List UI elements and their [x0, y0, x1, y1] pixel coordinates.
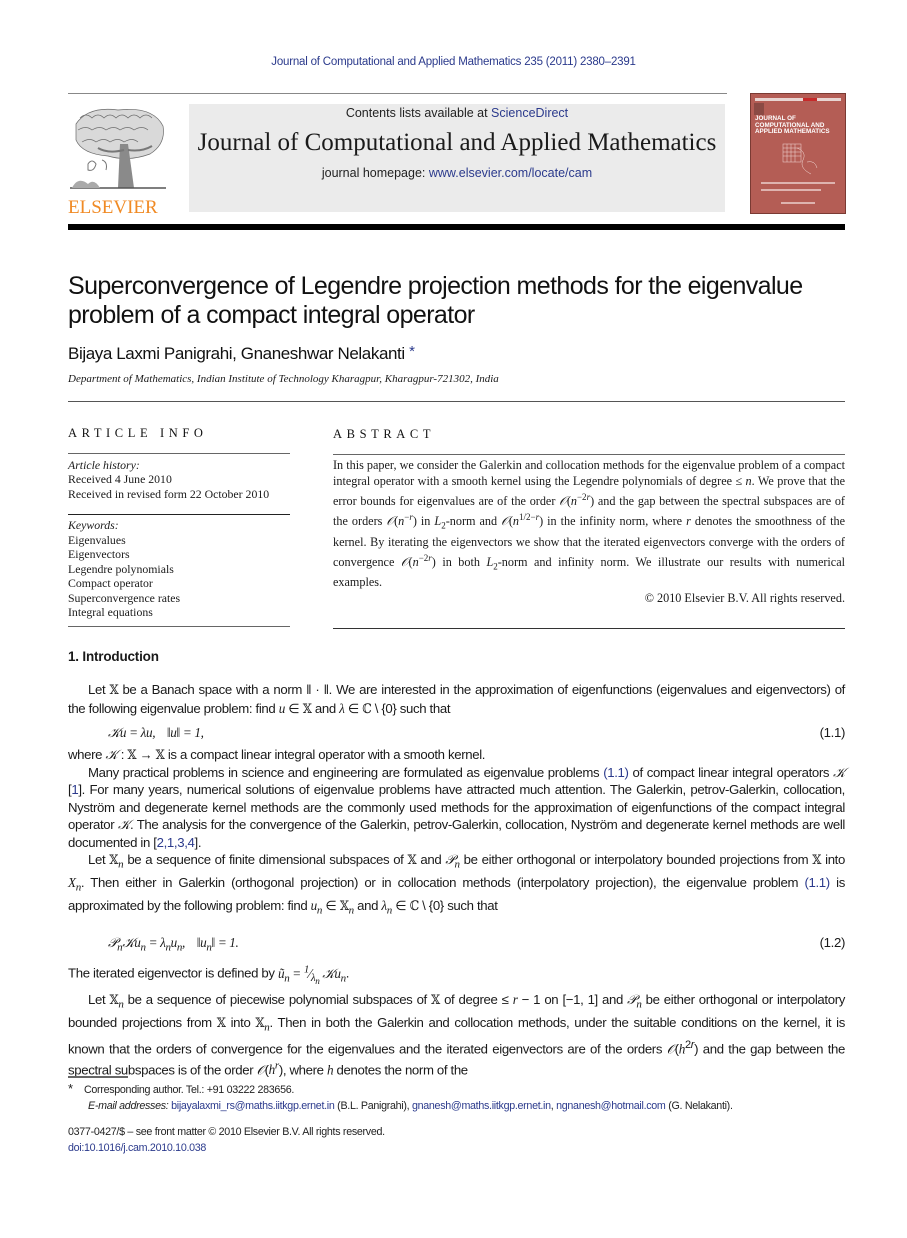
cover-publisher-line: [781, 202, 815, 204]
keyword: Integral equations: [68, 605, 153, 619]
contents-prefix: Contents lists available at: [345, 106, 492, 120]
section-rule: [68, 401, 845, 402]
affiliation: Department of Mathematics, Indian Instit…: [68, 373, 499, 385]
article-info-rule: [68, 452, 290, 454]
article-title: Superconvergence of Legendre projection …: [68, 272, 803, 329]
footnote: * Corresponding author. Tel.: +91 03222 2…: [68, 1081, 845, 1114]
keyword: Eigenvectors: [68, 547, 130, 561]
email-link[interactable]: bijayalaxmi_rs@maths.iitkgp.ernet.in: [171, 1100, 335, 1112]
abstract-heading: ABSTRACT: [333, 427, 436, 441]
paragraph: Let 𝕏n be a sequence of piecewise polyno…: [68, 991, 845, 1078]
equation-number: (1.2): [819, 935, 846, 951]
sciencedirect-link[interactable]: ScienceDirect: [491, 106, 568, 120]
footnote-rule: [68, 1076, 128, 1078]
history-rule: [68, 514, 290, 515]
equation-ref-link[interactable]: (1.1): [804, 875, 830, 890]
elsevier-wordmark: ELSEVIER: [68, 197, 158, 218]
abstract-rule: [333, 454, 845, 455]
paragraph: Many practical problems in science and e…: [68, 765, 846, 850]
paragraph: Let 𝕏 be a Banach space with a norm ‖ · …: [68, 682, 845, 717]
corresponding-author-link[interactable]: *: [409, 343, 415, 360]
article-info-heading: ARTICLE INFO: [68, 426, 208, 440]
equation-ref-link[interactable]: (1.1): [603, 765, 629, 780]
doi-link[interactable]: doi:10.1016/j.cam.2010.10.038: [68, 1142, 206, 1154]
equation-1-1: 𝒦u = λu, ‖u‖ = 1, (1.1): [108, 725, 846, 741]
cover-title: JOURNAL OF COMPUTATIONAL AND APPLIED MAT…: [755, 115, 830, 135]
author-line: Bijaya Laxmi Panigrahi, Gnaneshwar Nelak…: [68, 343, 415, 364]
paragraph: where 𝒦 : 𝕏 → 𝕏 is a compact linear inte…: [68, 746, 486, 763]
equation-number: (1.1): [819, 725, 846, 741]
section-heading: 1. Introduction: [68, 649, 159, 664]
corresponding-author-note: * Corresponding author. Tel.: +91 03222 2…: [68, 1081, 295, 1096]
history-received: Received 4 June 2010: [68, 472, 172, 486]
footnote-mark: *: [68, 1081, 73, 1096]
citation-link[interactable]: 1: [71, 782, 78, 797]
introduction-section: 1. Introduction Let 𝕏 be a Banach space …: [68, 648, 845, 1079]
elsevier-tree-icon: [70, 108, 166, 189]
keyword: Superconvergence rates: [68, 590, 181, 605]
cover-subtitle-line: [761, 182, 835, 184]
email-link[interactable]: ngnanesh@hotmail.com: [556, 1100, 666, 1112]
email-addresses: E-mail addresses: bijayalaxmi_rs@maths.i…: [88, 1100, 733, 1112]
keywords-label: Keywords:: [68, 518, 119, 532]
front-matter: 0377-0427/$ – see front matter © 2010 El…: [68, 1124, 385, 1156]
abstract-copyright: © 2010 Elsevier B.V. All rights reserved…: [644, 591, 845, 606]
abstract-end-rule: [333, 628, 845, 630]
header-rule: [68, 93, 727, 94]
citation-link[interactable]: 2,1,3,4: [157, 835, 195, 850]
masthead-rule: [68, 224, 845, 230]
journal-masthead: Contents lists available at ScienceDirec…: [189, 104, 725, 212]
issn-line: 0377-0427/$ – see front matter © 2010 El…: [68, 1126, 385, 1138]
abstract: ABSTRACT In this paper, we consider the …: [333, 426, 845, 630]
authors: Bijaya Laxmi Panigrahi, Gnaneshwar Nelak…: [68, 344, 405, 363]
journal-citation-link[interactable]: Journal of Computational and Applied Mat…: [0, 56, 907, 68]
elsevier-logo[interactable]: ELSEVIER: [68, 104, 168, 218]
cover-top-bar: [755, 98, 841, 101]
equation-1-2: 𝒫n𝒦un = λnun, ‖un‖ = 1. (1.2): [68, 934, 845, 957]
keyword: Compact operator: [68, 576, 153, 590]
keyword: Eigenvalues: [68, 532, 126, 547]
cover-editors-line: [761, 189, 821, 191]
keyword: Legendre polynomials: [68, 561, 174, 576]
keywords-rule: [68, 625, 290, 627]
abstract-body: In this paper, we consider the Galerkin …: [333, 458, 845, 590]
journal-cover-thumbnail[interactable]: JOURNAL OF COMPUTATIONAL AND APPLIED MAT…: [750, 93, 846, 214]
history-label: Article history:: [68, 457, 140, 472]
article-info: ARTICLE INFO Article history: Received 4…: [68, 426, 290, 627]
contents-line: Contents lists available at ScienceDirec…: [189, 106, 725, 120]
cover-figure-icon: [782, 143, 818, 175]
paragraph: The iterated eigenvector is defined by ũ…: [68, 963, 350, 987]
cover-accent-bar: [803, 98, 817, 101]
homepage-prefix: journal homepage:: [321, 166, 429, 180]
email-link[interactable]: gnanesh@maths.iitkgp.ernet.in: [412, 1100, 551, 1112]
journal-homepage-link[interactable]: www.elsevier.com/locate/cam: [429, 166, 592, 180]
homepage-line: journal homepage: www.elsevier.com/locat…: [189, 166, 725, 180]
cover-emblem-icon: [754, 103, 764, 115]
paragraph: Let 𝕏n be a sequence of finite dimension…: [68, 852, 845, 917]
history-revised: Received in revised form 22 October 2010: [68, 486, 270, 501]
journal-title: Journal of Computational and Applied Mat…: [197, 129, 717, 156]
